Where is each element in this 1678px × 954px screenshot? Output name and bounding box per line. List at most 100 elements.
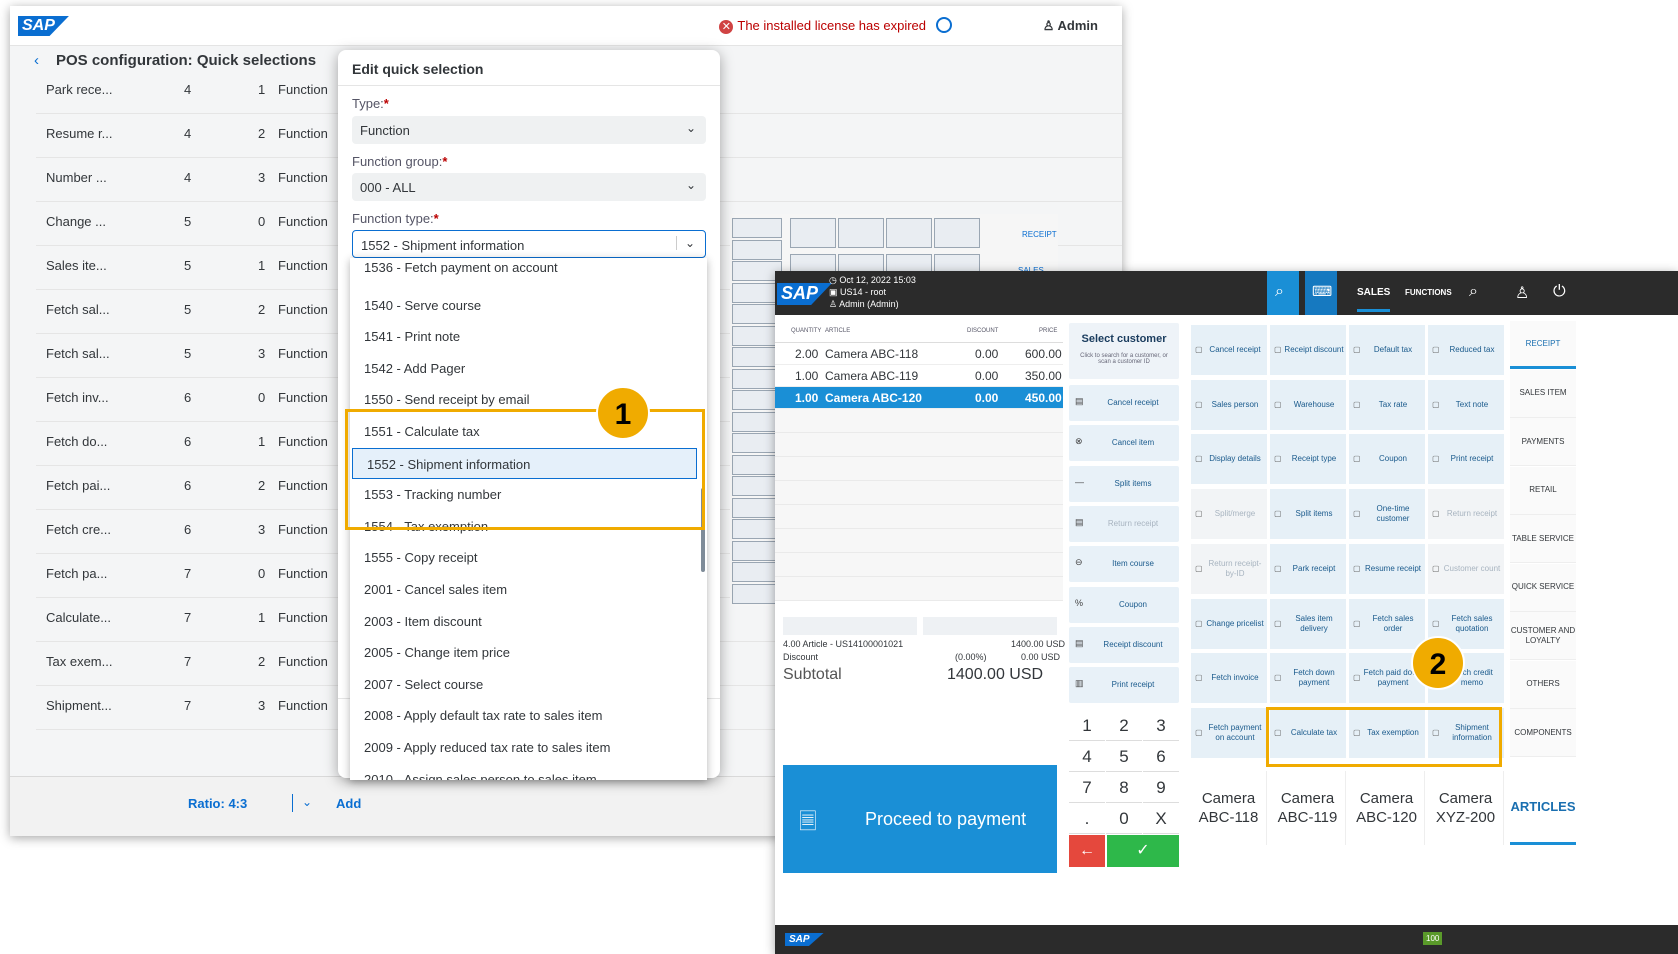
side-tab[interactable]: SALES ITEM [1510, 369, 1576, 418]
function-button[interactable]: ▢ Receipt discount [1270, 325, 1346, 375]
function-button[interactable]: ▢ One-time customer [1349, 489, 1425, 540]
select-customer-button[interactable]: Select customer Click to search for a cu… [1069, 323, 1179, 379]
dropdown-option[interactable]: 1541 - Print note [350, 321, 699, 352]
function-button[interactable]: ▢ Fetch down payment [1270, 653, 1346, 704]
user-menu[interactable]: ♙ Admin [1043, 18, 1098, 34]
function-button[interactable]: ▢ Fetch payment on account [1191, 707, 1267, 758]
command-button[interactable]: ▤ Return receipt [1069, 505, 1179, 542]
command-button[interactable]: ▤ Receipt discount [1069, 626, 1179, 663]
keypad-key[interactable]: 9 [1143, 773, 1179, 803]
side-tab[interactable]: PAYMENTS [1510, 418, 1576, 466]
function-button[interactable]: ▢ Print receipt [1428, 434, 1504, 485]
command-button[interactable]: ▤ Cancel receipt [1069, 385, 1179, 421]
function-button[interactable]: ▢ Park receipt [1270, 543, 1346, 594]
keypad-key[interactable]: 5 [1106, 742, 1142, 772]
side-tab[interactable]: COMPONENTS [1510, 709, 1576, 757]
search-icon[interactable] [936, 17, 952, 33]
scroll-up-button[interactable] [783, 617, 917, 635]
dropdown-option[interactable]: 2008 - Apply default tax rate to sales i… [350, 700, 699, 731]
search-button[interactable]: ⌕ [1267, 271, 1299, 315]
function-button[interactable]: ▢ Coupon [1349, 434, 1425, 485]
function-group-select[interactable]: 000 - ALL ⌄ [352, 173, 706, 201]
function-button[interactable]: ▢ Change pricelist [1191, 598, 1267, 649]
function-button[interactable]: ▢ Resume receipt [1349, 543, 1425, 594]
callout-badge-2: 2 [1411, 636, 1465, 690]
search-icon[interactable]: ⌕ [1469, 283, 1487, 301]
command-button[interactable]: % Coupon [1069, 586, 1179, 623]
receipt-line[interactable]: 1.00 Camera ABC-119 0.00 350.00 [775, 365, 1063, 387]
power-icon[interactable]: ⏻ [1553, 283, 1571, 301]
dropdown-option[interactable]: 2001 - Cancel sales item [350, 574, 699, 605]
keypad-key[interactable]: 6 [1143, 742, 1179, 772]
command-button[interactable]: ▥ Print receipt [1069, 667, 1179, 704]
function-button[interactable]: ▢ Reduced tax [1428, 325, 1504, 375]
function-button[interactable]: ▢ Fetch invoice [1191, 653, 1267, 704]
dropdown-option[interactable]: 1536 - Fetch payment on account [350, 258, 699, 283]
proceed-to-payment-button[interactable]: 🗏 Proceed to payment [783, 765, 1057, 873]
keypad-key[interactable]: 2 [1106, 711, 1142, 741]
dropdown-option[interactable]: 2010 - Assign sales person to sales item [350, 764, 699, 780]
function-button[interactable]: ▢ Default tax [1349, 325, 1425, 375]
keypad-key[interactable]: 0 [1106, 804, 1142, 834]
tab-functions[interactable]: FUNCTIONS [1405, 288, 1452, 297]
scroll-down-button[interactable] [923, 617, 1057, 635]
dropdown-option[interactable]: 1555 - Copy receipt [350, 542, 699, 573]
function-button[interactable]: ▢ Cancel receipt [1191, 325, 1267, 375]
side-tab[interactable]: OTHERS [1510, 660, 1576, 709]
keypad-key[interactable]: 4 [1069, 742, 1105, 772]
function-button[interactable]: ▢ Warehouse [1270, 379, 1346, 430]
keypad-key[interactable]: 3 [1143, 711, 1179, 741]
function-button[interactable]: ▢ Fetch sales order [1349, 598, 1425, 649]
backspace-key[interactable]: ← [1069, 835, 1105, 867]
function-button[interactable]: ▢ Sales item delivery [1270, 598, 1346, 649]
back-icon[interactable]: ‹ [34, 52, 39, 69]
keypad-key[interactable]: 7 [1069, 773, 1105, 803]
dropdown-option[interactable]: 2009 - Apply reduced tax rate to sales i… [350, 732, 699, 763]
function-button[interactable]: ▢ Receipt type [1270, 434, 1346, 485]
function-type-select[interactable]: 1552 - Shipment information ⌄ [352, 230, 706, 258]
article-tile[interactable]: Camera ABC-118 [1191, 771, 1267, 845]
confirm-key[interactable]: ✓ [1107, 835, 1179, 867]
dropdown-option[interactable]: 1542 - Add Pager [350, 353, 699, 384]
license-warning[interactable]: ✕ The installed license has expired [719, 18, 926, 34]
article-tile[interactable]: Camera XYZ-200 [1428, 771, 1504, 845]
dropdown-option[interactable]: 1540 - Serve course [350, 290, 699, 321]
function-button[interactable]: ▢ Tax rate [1349, 379, 1425, 430]
ratio-selector[interactable]: Ratio: 4:3 [188, 796, 247, 811]
side-tab[interactable]: TABLE SERVICE [1510, 515, 1576, 563]
user-icon[interactable]: ♙ [1515, 283, 1533, 302]
keyboard-button[interactable]: ⌨ [1305, 271, 1337, 315]
function-button[interactable]: ▢ Customer count [1428, 543, 1504, 594]
function-button[interactable]: ▢ Text note [1428, 379, 1504, 430]
add-button[interactable]: Add [336, 796, 361, 811]
dropdown-option[interactable]: 2003 - Item discount [350, 606, 699, 637]
keypad-key[interactable]: . [1069, 804, 1105, 834]
function-button[interactable]: ▢ Return receipt [1428, 489, 1504, 540]
article-tile[interactable]: Camera ABC-119 [1270, 771, 1346, 845]
function-button[interactable]: ▢ Return receipt-by-ID [1191, 543, 1267, 594]
dropdown-option[interactable]: 2005 - Change item price [350, 637, 699, 668]
side-tab[interactable]: RETAIL [1510, 466, 1576, 515]
function-icon: ▢ [1353, 563, 1361, 573]
side-tab[interactable]: RECEIPT [1510, 321, 1576, 369]
article-tile[interactable]: Camera ABC-120 [1349, 771, 1425, 845]
command-button[interactable]: — Split items [1069, 465, 1179, 502]
type-select[interactable]: Function ⌄ [352, 116, 706, 144]
dropdown-option[interactable]: 2007 - Select course [350, 669, 699, 700]
function-button[interactable]: ▢ Sales person [1191, 379, 1267, 430]
command-button[interactable]: ⊗ Cancel item [1069, 425, 1179, 462]
command-button[interactable]: ⊖ Item course [1069, 546, 1179, 583]
side-tab[interactable]: QUICK SERVICE [1510, 563, 1576, 612]
receipt-line[interactable]: 2.00 Camera ABC-118 0.00 600.00 [775, 343, 1063, 365]
function-button[interactable]: ▢ Split items [1270, 489, 1346, 540]
tab-articles[interactable]: ARTICLES [1510, 771, 1576, 845]
keypad-key[interactable]: 8 [1106, 773, 1142, 803]
side-tab[interactable]: CUSTOMER AND LOYALTY [1510, 612, 1576, 660]
function-button[interactable]: ▢ Split/merge [1191, 489, 1267, 540]
keypad-key[interactable]: 1 [1069, 711, 1105, 741]
tab-sales[interactable]: SALES [1357, 287, 1391, 312]
function-button[interactable]: ▢ Display details [1191, 434, 1267, 485]
chevron-down-icon[interactable]: ⌄ [302, 795, 312, 809]
receipt-line[interactable]: 1.00 Camera ABC-120 0.00 450.00 [775, 387, 1063, 409]
keypad-key[interactable]: X [1143, 804, 1179, 834]
